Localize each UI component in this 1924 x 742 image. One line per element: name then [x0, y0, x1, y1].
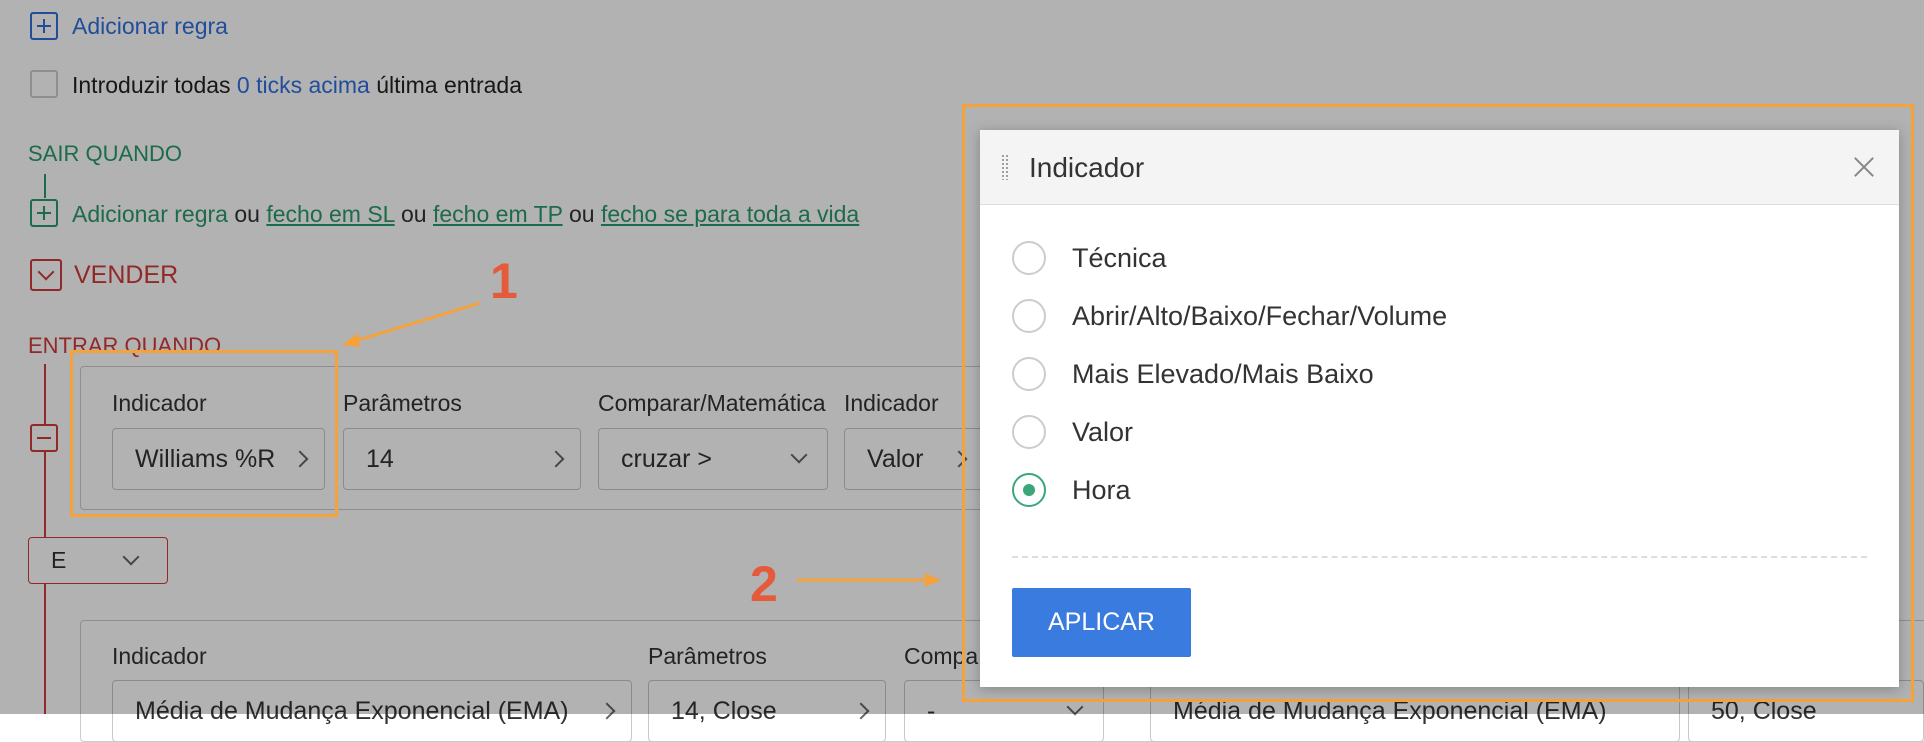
modal-title: Indicador — [1029, 152, 1145, 183]
radio-button[interactable] — [1012, 241, 1046, 275]
annotation-number-1: 1 — [490, 253, 518, 309]
apply-button[interactable]: APLICAR — [1012, 588, 1191, 657]
modal-header: Indicador — [980, 130, 1899, 205]
radio-label: Abrir/Alto/Baixo/Fechar/Volume — [1072, 301, 1448, 331]
radio-label: Valor — [1072, 417, 1134, 447]
close-icon[interactable] — [1849, 152, 1879, 182]
radio-button[interactable] — [1012, 357, 1046, 391]
drag-handle-icon[interactable] — [1001, 154, 1009, 180]
annotation-box-1 — [70, 350, 338, 517]
radio-label: Mais Elevado/Mais Baixo — [1072, 359, 1374, 389]
radio-button[interactable] — [1012, 299, 1046, 333]
radio-label: Hora — [1072, 475, 1131, 505]
annotation-arrow-1 — [342, 301, 481, 347]
annotation-arrow-2 — [797, 573, 941, 587]
indicator-modal: Indicador Técnica Abrir/Alto/Baixo/Fecha… — [980, 130, 1899, 687]
radio-button[interactable] — [1012, 415, 1046, 449]
radio-label: Técnica — [1072, 243, 1167, 273]
radio-button-selected[interactable] — [1012, 473, 1046, 507]
divider — [1012, 556, 1867, 558]
annotation-number-2: 2 — [750, 556, 778, 612]
